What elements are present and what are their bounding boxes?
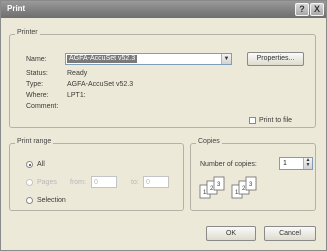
ok-button[interactable]: OK bbox=[206, 226, 256, 241]
type-value: AGFA-AccuSet v52.3 bbox=[67, 81, 134, 88]
printer-name-select[interactable]: AGFA-AccuSet v52.3 ▼ bbox=[65, 53, 232, 65]
collate-page-3b: 3 bbox=[249, 182, 253, 188]
selection-label[interactable]: Selection bbox=[37, 197, 66, 204]
collate-page-2b: 2 bbox=[242, 186, 246, 192]
pages-label[interactable]: Pages bbox=[37, 179, 57, 186]
status-label: Status: bbox=[26, 70, 48, 77]
copies-stepper[interactable]: 1 ▲ ▼ bbox=[279, 157, 313, 170]
spin-button[interactable]: ▲ ▼ bbox=[303, 158, 312, 169]
collate-page-1b: 1 bbox=[235, 190, 239, 196]
to-input[interactable]: 0 bbox=[143, 176, 169, 188]
collate-icon bbox=[199, 176, 257, 199]
comment-label: Comment: bbox=[26, 103, 59, 110]
from-label: from: bbox=[70, 179, 86, 186]
to-label: to: bbox=[131, 179, 139, 186]
where-value: LPT1: bbox=[67, 92, 86, 99]
number-of-copies-label: Number of copies: bbox=[200, 161, 257, 168]
type-label: Type: bbox=[26, 81, 44, 88]
printer-name-value: AGFA-AccuSet v52.3 bbox=[67, 55, 138, 63]
pages-radio[interactable] bbox=[26, 179, 33, 186]
selection-radio[interactable] bbox=[26, 197, 33, 204]
copies-value: 1 bbox=[283, 160, 287, 167]
from-input[interactable]: 0 bbox=[91, 176, 117, 188]
collate-page-1: 1 bbox=[203, 190, 207, 196]
properties-button[interactable]: Properties... bbox=[247, 52, 304, 66]
printer-group-label: Printer bbox=[15, 29, 40, 36]
title-bar[interactable]: Print ? X bbox=[1, 1, 326, 18]
collate-page-2: 2 bbox=[210, 186, 214, 192]
collate-page-3: 3 bbox=[217, 182, 221, 188]
copies-group-label: Copies bbox=[196, 138, 222, 145]
to-value: 0 bbox=[146, 179, 150, 186]
where-label: Where: bbox=[26, 92, 49, 99]
printer-group: Printer bbox=[9, 29, 316, 128]
cancel-button[interactable]: Cancel bbox=[264, 226, 316, 241]
print-dialog: Print ? X Printer Name: AGFA-AccuSet v52… bbox=[0, 0, 327, 251]
all-label[interactable]: All bbox=[37, 161, 45, 168]
print-to-file-label[interactable]: Print to file bbox=[259, 117, 292, 124]
chevron-down-icon[interactable]: ▼ bbox=[221, 54, 231, 64]
all-radio[interactable] bbox=[26, 161, 33, 168]
status-value: Ready bbox=[67, 70, 88, 77]
print-to-file-checkbox[interactable] bbox=[249, 117, 256, 124]
close-button[interactable]: X bbox=[310, 3, 324, 16]
print-range-group-label: Print range bbox=[15, 138, 54, 145]
help-button[interactable]: ? bbox=[295, 3, 309, 16]
dialog-title: Print bbox=[7, 4, 26, 13]
from-value: 0 bbox=[94, 179, 98, 186]
printer-name-label: Name: bbox=[26, 56, 47, 63]
